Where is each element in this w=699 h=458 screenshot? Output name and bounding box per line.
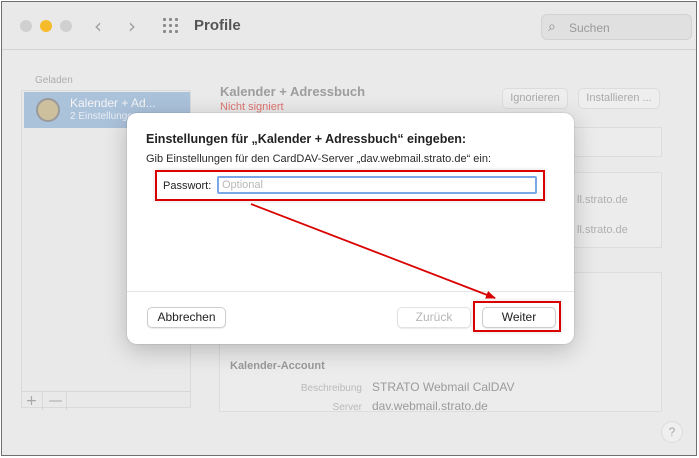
dialog-title: Einstellungen für „Kalender + Adressbuch… [146, 132, 467, 146]
zoom-window-button[interactable] [60, 20, 72, 32]
title-bar: ‹ › Profile ⌕ Suchen [2, 2, 696, 50]
back-button[interactable]: Zurück [397, 307, 471, 328]
password-highlight-box [155, 170, 545, 201]
magnifier-icon: ⌕ [548, 19, 556, 35]
chevron-left-icon[interactable]: ‹ [94, 14, 102, 38]
next-highlight-box [473, 301, 561, 332]
dialog-divider [127, 291, 574, 292]
minimize-window-button[interactable] [40, 20, 52, 32]
chevron-right-icon[interactable]: › [128, 14, 136, 38]
search-placeholder: Suchen [569, 21, 610, 35]
cancel-button[interactable]: Abbrechen [147, 307, 226, 328]
dialog-message: Gib Einstellungen für den CardDAV-Server… [146, 153, 492, 165]
window-title: Profile [194, 17, 241, 34]
close-window-button[interactable] [20, 20, 32, 32]
grid-icon[interactable] [163, 18, 179, 34]
search-field[interactable]: ⌕ Suchen [541, 14, 692, 40]
